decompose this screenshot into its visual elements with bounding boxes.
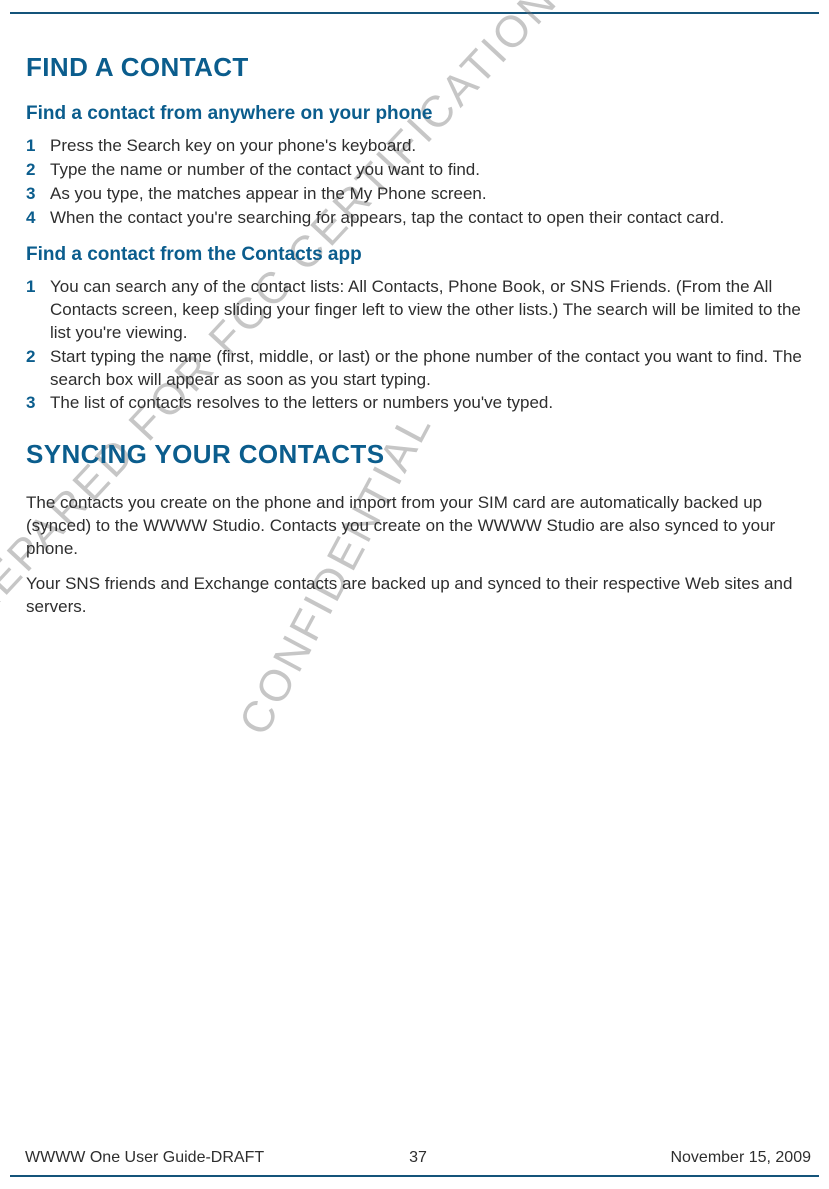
paragraph-sync-1: The contacts you create on the phone and… — [26, 492, 811, 561]
paragraph-sync-2: Your SNS friends and Exchange contacts a… — [26, 573, 811, 619]
step-item: The list of contacts resolves to the let… — [26, 392, 811, 415]
step-item: Press the Search key on your phone's key… — [26, 135, 811, 158]
step-item: As you type, the matches appear in the M… — [26, 183, 811, 206]
page-content: FIND A CONTACT Find a contact from anywh… — [26, 48, 811, 631]
subheading-find-anywhere: Find a contact from anywhere on your pho… — [26, 103, 811, 125]
heading-find-contact: FIND A CONTACT — [26, 52, 811, 83]
steps-find-contacts-app: You can search any of the contact lists:… — [26, 276, 811, 416]
heading-syncing: SYNCING YOUR CONTACTS — [26, 439, 811, 470]
footer-page-number: 37 — [409, 1149, 427, 1167]
subheading-find-contacts-app: Find a contact from the Contacts app — [26, 244, 811, 266]
step-item: Start typing the name (first, middle, or… — [26, 346, 811, 392]
step-item: Type the name or number of the contact y… — [26, 159, 811, 182]
footer-doc-title: WWWW One User Guide-DRAFT — [25, 1149, 264, 1167]
step-item: When the contact you're searching for ap… — [26, 207, 811, 230]
steps-find-anywhere: Press the Search key on your phone's key… — [26, 135, 811, 230]
footer-date: November 15, 2009 — [670, 1149, 811, 1167]
page-footer: WWWW One User Guide-DRAFT 37 November 15… — [25, 1149, 811, 1167]
step-item: You can search any of the contact lists:… — [26, 276, 811, 345]
